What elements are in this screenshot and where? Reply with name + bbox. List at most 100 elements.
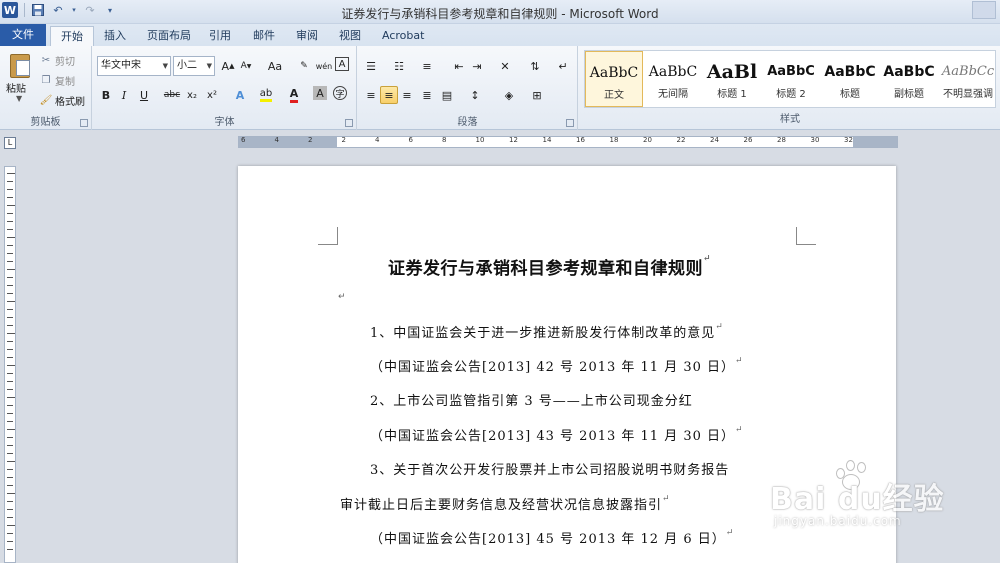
text-effects-icon[interactable]: A (231, 86, 249, 104)
ruler-tick (7, 317, 13, 318)
superscript-button[interactable]: x² (203, 86, 221, 104)
tab-file[interactable]: 文件 (0, 24, 46, 46)
tab-references[interactable]: 引用 (199, 26, 241, 46)
cut-button[interactable]: ✂ 剪切 (40, 52, 75, 68)
highlight-icon[interactable]: ab (257, 86, 275, 104)
doc-line-7[interactable]: （中国证监会公告[2013] 45 号 2013 年 12 月 6 日） ↵ (370, 528, 733, 547)
window-control-button[interactable] (972, 1, 996, 19)
ruler-tick (7, 365, 15, 366)
tab-acrobat[interactable]: Acrobat (372, 26, 434, 46)
horizontal-ruler[interactable]: 6 4 2 2 4 6 8 10 12 14 16 18 20 22 24 26 28 30 32 (238, 136, 898, 148)
doc-line-3[interactable]: 2、上市公司监管指引第 3 号——上市公司现金分红 (370, 390, 693, 409)
font-group-label: 字体 (214, 117, 235, 128)
distributed-icon[interactable]: ▤ (438, 86, 456, 104)
sort-icon[interactable]: ⇅ (526, 57, 544, 75)
line-text: （中国证监会公告[2013] 42 号 2013 年 11 月 30 日） (370, 360, 735, 375)
change-case-button[interactable]: Aa (263, 57, 287, 75)
tab-home[interactable]: 开始 (50, 26, 94, 46)
style-subtitle[interactable]: AaBbC 副标题 (880, 51, 938, 107)
document-title-text: 证券发行与承销科目参考规章和自律规则 (388, 259, 703, 279)
dialog-launcher-icon[interactable] (566, 119, 574, 127)
doc-line-1[interactable]: 1、中国证监会关于进一步推进新股发行体制改革的意见 ↵ (370, 322, 723, 341)
numbering-icon[interactable]: ☷ (390, 57, 408, 75)
doc-line-2[interactable]: （中国证监会公告[2013] 42 号 2013 年 11 月 30 日） ↵ (370, 356, 743, 375)
vertical-ruler[interactable] (4, 166, 16, 563)
ruler-tick (7, 245, 13, 246)
line-text: 审计截止日后主要财务信息及经营状况信息披露指引 (340, 498, 663, 513)
shading-icon[interactable]: ◈ (500, 86, 518, 104)
subscript-button[interactable]: x₂ (183, 86, 201, 104)
paragraph-mark: ↵ (662, 494, 671, 504)
tab-review[interactable]: 审阅 (286, 26, 328, 46)
line-spacing-icon[interactable]: ↕ (466, 86, 484, 104)
font-family-value: 华文中宋 (101, 60, 141, 71)
copy-label: 复制 (55, 76, 75, 88)
font-size-value: 小二 (177, 60, 197, 71)
doc-line-5[interactable]: 3、关于首次公开发行股票并上市公司招股说明书财务报告 (370, 459, 729, 478)
tab-view[interactable]: 视图 (329, 26, 371, 46)
ruler-tick (7, 421, 13, 422)
justify-icon[interactable]: ≣ (418, 86, 436, 104)
style-heading-1[interactable]: AaBl 标题 1 (703, 51, 761, 107)
shrink-font-button[interactable]: A ▼ (237, 57, 255, 75)
bullets-icon[interactable]: ☰ (362, 57, 380, 75)
ruler-tick (7, 373, 13, 374)
style-subtle-emphasis[interactable]: AaBbCc 不明显强调 (939, 51, 997, 107)
document-title[interactable]: 证券发行与承销科目参考规章和自律规则 ↵ (388, 254, 711, 279)
format-painter-button[interactable]: 🖌 格式刷 (40, 92, 85, 108)
tab-page-layout[interactable]: 页面布局 (137, 26, 201, 46)
dialog-launcher-icon[interactable] (345, 119, 353, 127)
ruler-number: 2 (341, 136, 346, 144)
character-shading-button[interactable]: A (313, 86, 327, 100)
style-name: 副标题 (894, 89, 924, 100)
ruler-tick (7, 477, 13, 478)
phonetic-guide-icon[interactable]: wén (315, 57, 333, 75)
watermark-brand: Bai du经验 (770, 482, 945, 517)
ruler-tick (7, 485, 13, 486)
tab-insert[interactable]: 插入 (94, 26, 136, 46)
borders-icon[interactable]: ⊞ (528, 86, 546, 104)
style-heading-2[interactable]: AaBbC 标题 2 (762, 51, 820, 107)
strikethrough-button[interactable]: abc (163, 86, 181, 104)
ruler-tick (7, 549, 13, 550)
decrease-indent-icon[interactable]: ⇤ (450, 57, 468, 75)
align-center-icon[interactable]: ≡ (380, 86, 398, 104)
tab-mailings[interactable]: 邮件 (243, 26, 285, 46)
dialog-launcher-icon[interactable] (80, 119, 88, 127)
underline-button[interactable]: U (135, 86, 153, 104)
font-color-button[interactable]: A (285, 86, 303, 104)
line-text: 1、中国证监会关于进一步推进新股发行体制改革的意见 (370, 326, 716, 341)
font-size-select[interactable]: 小二 ▼ (173, 56, 215, 76)
enclose-characters-icon[interactable]: 字 (333, 86, 347, 100)
chevron-down-icon[interactable]: ▼ (16, 94, 22, 103)
ruler-tick (7, 269, 15, 270)
italic-button[interactable]: I (115, 86, 133, 104)
show-formatting-marks-icon[interactable]: ↵ (554, 57, 572, 75)
multilevel-list-icon[interactable]: ≡ (418, 57, 436, 75)
style-no-spacing[interactable]: AaBbC 无间隔 (644, 51, 702, 107)
ruler-number: 30 (810, 136, 820, 144)
font-family-select[interactable]: 华文中宋 ▼ (97, 56, 171, 76)
cut-label: 剪切 (55, 56, 75, 68)
bold-button[interactable]: B (97, 86, 115, 104)
paste-button-label[interactable]: 粘贴 (6, 80, 26, 95)
increase-indent-icon[interactable]: ⇥ (468, 57, 486, 75)
ruler-number: 16 (576, 136, 585, 144)
character-border-icon[interactable]: A (335, 57, 349, 71)
chinese-layout-icon[interactable]: ✕ (496, 57, 514, 75)
align-left-icon[interactable]: ≡ (362, 86, 380, 104)
grow-font-icon: A (221, 59, 230, 73)
grow-font-button[interactable]: A ▲ (219, 57, 237, 75)
tab-selector[interactable]: L (4, 137, 16, 149)
clear-formatting-icon[interactable]: ✎ (295, 57, 313, 75)
align-right-icon[interactable]: ≡ (398, 86, 416, 104)
style-sample: AaBbC (767, 64, 815, 79)
ruler-tick (7, 509, 13, 510)
paragraph-group: ☰ ☷ ≡ ⇤ ⇥ ✕ ⇅ ↵ ≡ ≡ ≡ ≣ ▤ ↕ ◈ ⊞ 段落 (358, 46, 578, 130)
style-title[interactable]: AaBbC 标题 (821, 51, 879, 107)
style-normal[interactable]: AaBbC 正文 (585, 51, 643, 107)
paste-icon[interactable] (8, 50, 32, 78)
doc-line-6[interactable]: 审计截止日后主要财务信息及经营状况信息披露指引 ↵ (340, 494, 670, 513)
doc-line-4[interactable]: （中国证监会公告[2013] 43 号 2013 年 11 月 30 日） ↵ (370, 425, 743, 444)
copy-button[interactable]: ❐ 复制 (40, 72, 75, 88)
